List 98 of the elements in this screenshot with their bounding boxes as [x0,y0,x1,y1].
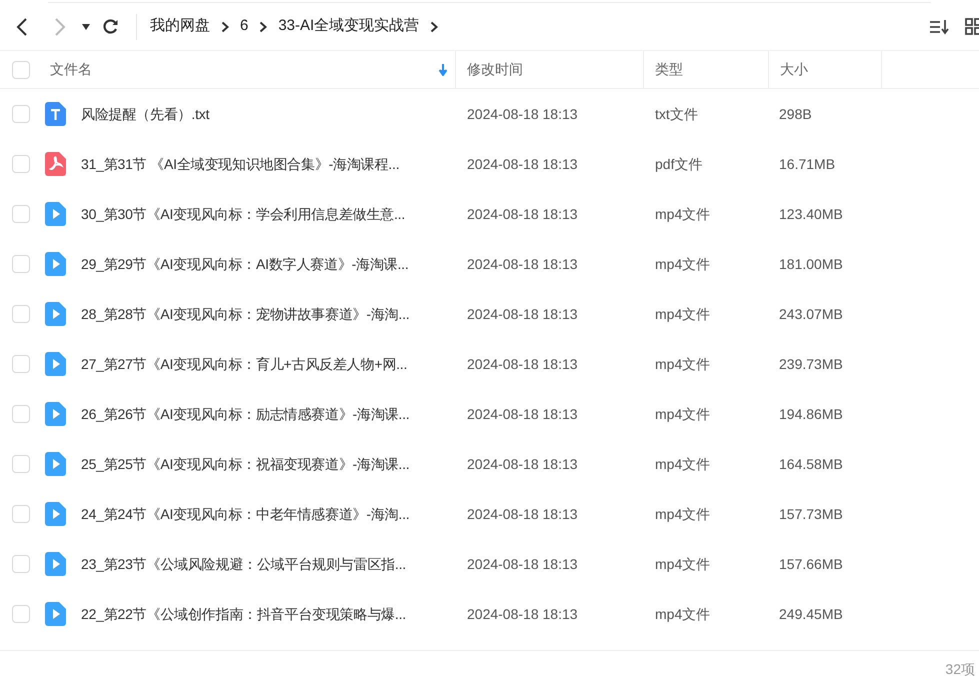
modified-time: 2024-08-18 18:13 [466,304,579,324]
modified-time: 2024-08-18 18:13 [466,454,579,474]
modified-time: 2024-08-18 18:13 [466,604,579,624]
file-name: 31_第31节 《AI全域变现知识地图合集》-海淘课程... [81,154,400,174]
checkbox[interactable] [12,255,30,273]
sort-icon[interactable] [929,18,949,34]
refresh-icon[interactable] [102,18,119,35]
video-file-icon [45,552,66,576]
file-size: 181.00MB [778,254,844,274]
video-file-icon [45,352,66,376]
modified-time: 2024-08-18 18:13 [466,404,579,424]
file-name: 23_第23节《公域风险规避：公域平台规则与雷区指... [81,554,406,574]
video-file-icon [45,252,66,276]
file-size: 123.40MB [778,204,844,224]
file-size: 243.07MB [778,304,844,324]
video-file-icon [45,502,66,526]
file-type: mp4文件 [654,304,712,324]
checkbox[interactable] [12,105,30,123]
checkbox[interactable] [12,405,30,423]
file-row[interactable]: 23_第23节《公域风险规避：公域平台规则与雷区指... 2024-08-18 18:13 mp4文件 157.66MB [0,539,979,589]
file-size: 164.58MB [778,454,844,474]
file-row[interactable]: 22_第22节《公域创作指南：抖音平台变现策略与爆... 2024-08-18 18:13 mp4文件 249.45MB [0,589,979,639]
file-row[interactable]: 风险提醒（先看）.txt 2024-08-18 18:13 txt文件 298B [0,89,979,139]
file-row[interactable]: 30_第30节《AI变现风向标：学会利用信息差做生意... 2024-08-18 18:13 mp4文件 123.40MB [0,189,979,239]
file-name: 28_第28节《AI变现风向标：宠物讲故事赛道》-海淘... [81,304,410,324]
breadcrumb-link[interactable]: 33-AI全域变现实战营 [278,15,420,38]
file-name: 26_第26节《AI变现风向标：励志情感赛道》-海淘课... [81,404,410,424]
file-type: mp4文件 [654,454,712,474]
modified-time: 2024-08-18 18:13 [466,154,579,174]
file-row[interactable]: 29_第29节《AI变现风向标：AI数字人赛道》-海淘课... 2024-08-18 18:13 mp4文件 181.00MB [0,239,979,289]
chevron-right-icon [221,20,229,32]
video-file-icon [45,602,66,626]
file-row[interactable]: 24_第24节《AI变现风向标：中老年情感赛道》-海淘... 2024-08-18 18:13 mp4文件 157.73MB [0,489,979,539]
file-row[interactable]: 27_第27节《AI变现风向标：育儿+古风反差人物+网... 2024-08-18 18:13 mp4文件 239.73MB [0,339,979,389]
file-size: 16.71MB [778,154,836,174]
checkbox[interactable] [12,355,30,373]
modified-time: 2024-08-18 18:13 [466,204,579,224]
dropdown-caret-icon[interactable] [82,24,90,30]
file-type: mp4文件 [654,354,712,374]
checkbox[interactable] [12,60,30,78]
chevron-right-icon [259,20,268,32]
column-label: 大小 [780,60,808,79]
breadcrumb-link[interactable]: 我的网盘 [150,15,210,38]
file-name: 风险提醒（先看）.txt [81,104,210,124]
sort-arrow-icon[interactable] [439,64,447,76]
pdf-file-icon [45,152,66,176]
file-name: 22_第22节《公域创作指南：抖音平台变现策略与爆... [81,604,406,624]
file-row[interactable]: 28_第28节《AI变现风向标：宠物讲故事赛道》-海淘... 2024-08-18 18:13 mp4文件 243.07MB [0,289,979,339]
checkbox[interactable] [12,205,30,223]
grid-view-icon[interactable] [965,18,979,36]
modified-time: 2024-08-18 18:13 [466,554,579,574]
column-header[interactable]: 修改时间 [456,51,644,88]
modified-time: 2024-08-18 18:13 [466,104,579,124]
file-type: mp4文件 [654,554,712,574]
modified-time: 2024-08-18 18:13 [466,254,579,274]
checkbox[interactable] [12,605,30,623]
file-name: 24_第24节《AI变现风向标：中老年情感赛道》-海淘... [81,504,410,524]
file-name: 27_第27节《AI变现风向标：育儿+古风反差人物+网... [81,354,408,374]
file-row[interactable]: 25_第25节《AI变现风向标：祝福变现赛道》-海淘课... 2024-08-18 18:13 mp4文件 164.58MB [0,439,979,489]
modified-time: 2024-08-18 18:13 [466,354,579,374]
column-label: 类型 [655,60,683,79]
file-type: mp4文件 [654,604,712,624]
chevron-right-icon [430,20,438,32]
modified-time: 2024-08-18 18:13 [466,504,579,524]
column-label: 修改时间 [467,60,523,79]
file-type: txt文件 [654,104,699,124]
file-name: 30_第30节《AI变现风向标：学会利用信息差做生意... [81,204,406,224]
file-size: 157.73MB [778,504,844,524]
item-count: 32项 [945,660,975,679]
file-type: mp4文件 [654,254,712,274]
video-file-icon [45,402,66,426]
file-size: 298B [778,104,813,124]
file-type: pdf文件 [654,154,704,174]
video-file-icon [45,302,66,326]
text-file-icon [45,102,66,126]
file-name: 29_第29节《AI变现风向标：AI数字人赛道》-海淘课... [81,254,409,274]
file-row[interactable]: 31_第31节 《AI全域变现知识地图合集》-海淘课程... 2024-08-18 18:13 pdf文件 16.71MB [0,139,979,189]
file-size: 239.73MB [778,354,844,374]
column-header[interactable]: 文件名 [0,51,456,88]
file-type: mp4文件 [654,204,712,224]
file-name: 25_第25节《AI变现风向标：祝福变现赛道》-海淘课... [81,454,410,474]
checkbox[interactable] [12,505,30,523]
checkbox[interactable] [12,305,30,323]
checkbox[interactable] [12,455,30,473]
column-header[interactable]: 大小 [769,51,882,88]
breadcrumb-link[interactable]: 6 [240,15,248,38]
checkbox[interactable] [12,555,30,573]
file-type: mp4文件 [654,504,712,524]
file-size: 194.86MB [778,404,844,424]
file-size: 157.66MB [778,554,844,574]
file-type: mp4文件 [654,404,712,424]
file-row[interactable]: 26_第26节《AI变现风向标：励志情感赛道》-海淘课... 2024-08-18 18:13 mp4文件 194.86MB [0,389,979,439]
video-file-icon [45,202,66,226]
checkbox[interactable] [12,155,30,173]
file-size: 249.45MB [778,604,844,624]
video-file-icon [45,452,66,476]
column-label: 文件名 [50,60,92,79]
column-header[interactable]: 类型 [644,51,769,88]
